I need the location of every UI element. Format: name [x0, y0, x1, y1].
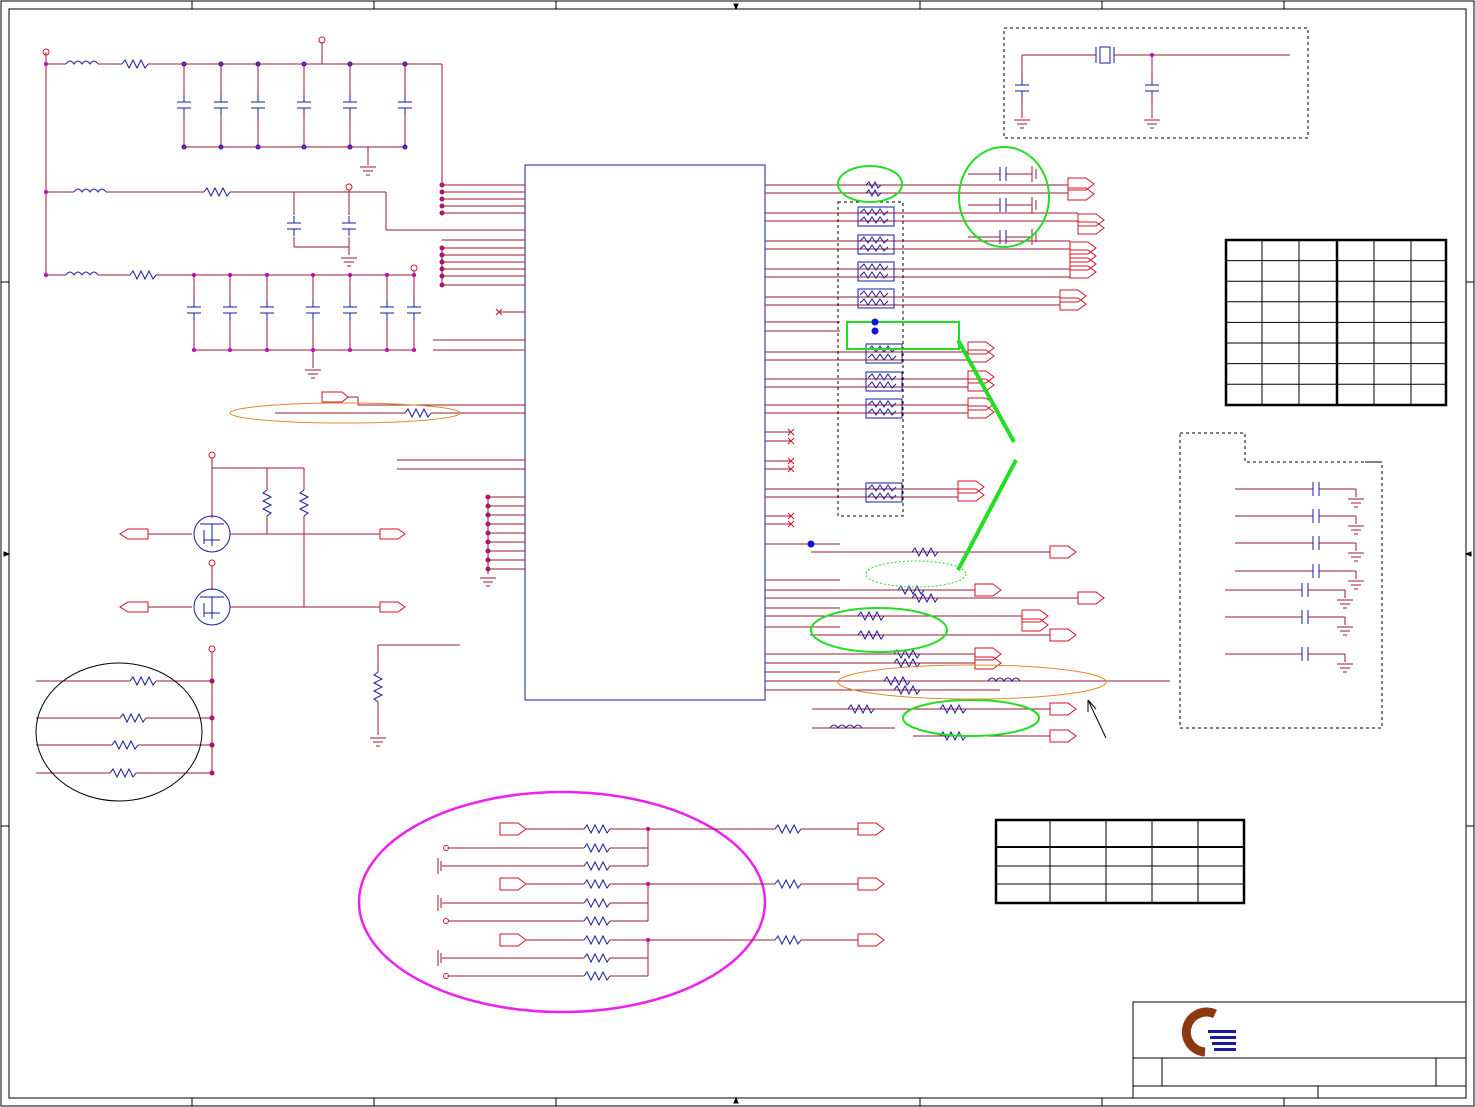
net-flags-right [957, 177, 1105, 743]
highlight-orange-ellipse-2 [837, 664, 1107, 700]
level-shifter [119, 458, 406, 613]
filter-caps [1225, 461, 1382, 673]
power-filter-mid [46, 186, 525, 255]
resistor-network-left [36, 652, 215, 779]
ic-left-pins [439, 182, 525, 288]
schematic-canvas [0, 0, 1475, 1107]
ic-right-pins [765, 166, 1170, 742]
decoupling-caps-row2 [44, 62, 422, 352]
power-filter-top [45, 42, 443, 275]
mosfet-q1 [193, 515, 231, 553]
main-ic-body [524, 164, 766, 701]
crystal-circuit [1003, 27, 1309, 139]
decoupling-caps-row1 [176, 61, 413, 150]
ic-ground-bus [479, 494, 525, 587]
pulldown-resistor [377, 644, 460, 735]
resistor-packs [857, 206, 903, 503]
highlight-black-ellipse [35, 662, 203, 802]
company-logo [1181, 1007, 1236, 1057]
title-block [1132, 1001, 1467, 1099]
pinout-table [1224, 238, 1448, 407]
highlight-magenta-ellipse [357, 790, 767, 1014]
strap-resistors [437, 822, 885, 982]
mosfet-q2 [193, 588, 231, 626]
config-table [994, 818, 1246, 905]
green-dashed-ellipse [865, 560, 967, 588]
schematic-sheet [0, 0, 1475, 1107]
green-highlights [810, 146, 1050, 737]
pointer-arrow [1087, 699, 1107, 739]
